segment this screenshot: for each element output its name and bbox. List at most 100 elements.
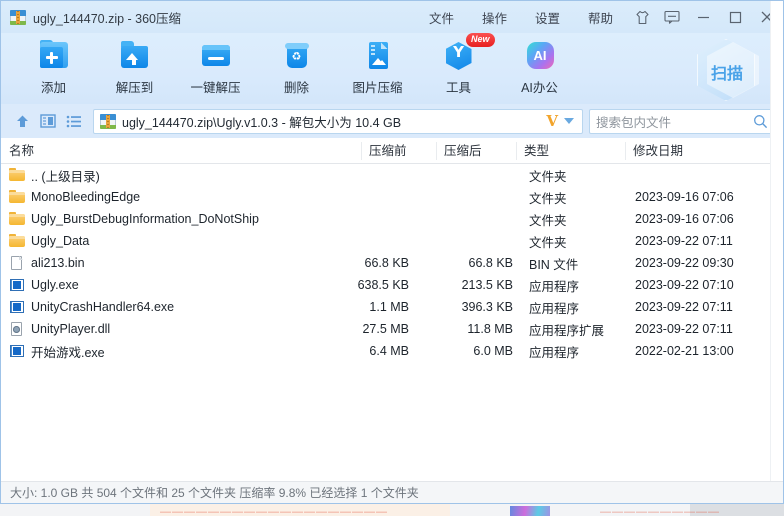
column-header-post[interactable]: 压缩后	[444, 138, 482, 164]
table-row[interactable]: 开始游戏.exe 6.4 MB 6.0 MB 应用程序 2022-02-21 13:00	[1, 340, 783, 362]
archive-zip-icon	[10, 9, 26, 25]
folder-add-icon	[36, 38, 72, 74]
file-name-cell: ali213.bin	[9, 255, 85, 271]
table-row[interactable]: UnityCrashHandler64.exe 1.1 MB 396.3 KB 应用程…	[1, 296, 783, 318]
column-header-date[interactable]: 修改日期	[633, 138, 683, 164]
background-red-text-right: ——————————	[600, 506, 720, 516]
exe-icon	[9, 299, 25, 315]
list-view-button[interactable]	[61, 108, 87, 134]
folder-icon	[9, 167, 25, 183]
vip-logo[interactable]: V	[546, 112, 558, 130]
modified-date-cell: 2023-09-22 07:11	[635, 234, 733, 248]
tools-hex-icon: Y	[441, 38, 477, 74]
address-path-text: ugly_144470.zip\Ugly.v1.0.3 - 解包大小为 10.4…	[122, 115, 402, 130]
search-box[interactable]: 搜索包内文件	[589, 108, 775, 134]
address-bar-right: V	[546, 112, 576, 130]
modified-date-cell: 2023-09-22 07:11	[635, 322, 733, 336]
maximize-button[interactable]	[719, 1, 751, 33]
column-header-pre[interactable]: 压缩前	[369, 138, 407, 164]
search-icon[interactable]	[753, 114, 768, 129]
address-input[interactable]: ugly_144470.zip\Ugly.v1.0.3 - 解包大小为 10.4…	[93, 108, 583, 134]
up-directory-button[interactable]	[9, 108, 35, 134]
dll-icon	[9, 321, 25, 337]
address-bar: ugly_144470.zip\Ugly.v1.0.3 - 解包大小为 10.4…	[1, 104, 783, 138]
column-header-name[interactable]: 名称	[9, 138, 34, 164]
file-type-cell: 应用程序	[529, 345, 580, 360]
archive-zip-icon-path	[100, 113, 116, 129]
folder-extract-icon	[117, 38, 153, 74]
modified-date-cell: 2023-09-22 07:11	[635, 300, 733, 314]
chevron-down-icon[interactable]	[564, 118, 574, 124]
image-compress-button[interactable]: 图片压缩	[337, 33, 418, 101]
file-name-cell: .. (上级目录)	[9, 166, 100, 185]
main-toolbar: 添加 解压到 一键解压 ♻ 删除 图片压缩 New Y 工具 AI AI办公 扫…	[1, 33, 783, 104]
file-name-text: UnityCrashHandler64.exe	[31, 300, 175, 314]
file-type-cell: 文件夹	[529, 235, 567, 250]
column-header-type[interactable]: 类型	[524, 138, 549, 164]
tools-button-label: 工具	[445, 81, 471, 95]
file-list[interactable]: .. (上级目录) 文件夹 MonoBleedingEdge 文件夹 2023-09-1…	[1, 164, 783, 468]
file-name-text: Ugly_Data	[31, 234, 90, 248]
file-type-cell: BIN 文件	[529, 257, 579, 272]
scan-button[interactable]: 扫描	[691, 39, 763, 101]
folder-icon	[9, 211, 25, 227]
add-button[interactable]: 添加	[13, 33, 94, 101]
size-after-cell: 66.8 KB	[468, 256, 513, 270]
menu-action[interactable]: 操作	[468, 1, 521, 33]
exe-icon	[9, 343, 25, 359]
size-after-cell: 396.3 KB	[461, 300, 513, 314]
minimize-button[interactable]	[687, 1, 719, 33]
file-type-cell: 文件夹	[529, 213, 567, 228]
screen: ugly_144470.zip - 360压缩 文件 操作 设置 帮助 添加 解…	[0, 0, 784, 516]
tools-button[interactable]: New Y 工具	[418, 33, 499, 101]
menu-settings[interactable]: 设置	[521, 1, 574, 33]
modified-date-cell: 2023-09-22 07:10	[635, 278, 734, 292]
file-name-text: 开始游戏.exe	[31, 345, 105, 360]
file-name-cell: UnityCrashHandler64.exe	[9, 299, 174, 315]
file-type-cell: 文件夹	[529, 191, 567, 206]
search-input[interactable]: 搜索包内文件	[596, 112, 753, 131]
file-type-cell: 应用程序	[529, 279, 580, 294]
menu-help[interactable]: 帮助	[574, 1, 627, 33]
size-before-cell: 27.5 MB	[362, 322, 409, 336]
extract-to-button-label: 解压到	[115, 81, 154, 95]
skin-icon[interactable]	[627, 1, 657, 33]
table-row[interactable]: Ugly_Data 文件夹 2023-09-22 07:11	[1, 230, 783, 252]
app-window: ugly_144470.zip - 360压缩 文件 操作 设置 帮助 添加 解…	[0, 0, 784, 504]
file-name-text: Ugly.exe	[31, 278, 79, 292]
extract-to-button[interactable]: 解压到	[94, 33, 175, 101]
table-row[interactable]: Ugly_BurstDebugInformation_DoNotShip 文件夹 2…	[1, 208, 783, 230]
table-row[interactable]: .. (上级目录) 文件夹	[1, 164, 783, 186]
delete-button-label: 删除	[283, 81, 309, 95]
size-before-cell: 1.1 MB	[369, 300, 409, 314]
table-row[interactable]: Ugly.exe 638.5 KB 213.5 KB 应用程序 2023-09-22 0…	[1, 274, 783, 296]
table-row[interactable]: UnityPlayer.dll 27.5 MB 11.8 MB 应用程序扩展 2023-…	[1, 318, 783, 340]
size-after-cell: 213.5 KB	[461, 278, 513, 292]
file-name-cell: UnityPlayer.dll	[9, 321, 110, 337]
folder-icon	[9, 189, 25, 205]
preview-pane-button[interactable]	[35, 108, 61, 134]
ai-icon-text: AI	[533, 48, 547, 63]
delete-button[interactable]: ♻ 删除	[256, 33, 337, 101]
vertical-scrollbar[interactable]	[770, 1, 783, 481]
one-click-extract-button[interactable]: 一键解压	[175, 33, 256, 101]
size-after-cell: 6.0 MB	[473, 344, 513, 358]
file-name-cell: Ugly.exe	[9, 277, 79, 293]
file-name-cell: Ugly_Data	[9, 233, 89, 249]
table-row[interactable]: ali213.bin 66.8 KB 66.8 KB BIN 文件 2023-09-22…	[1, 252, 783, 274]
title-bar: ugly_144470.zip - 360压缩 文件 操作 设置 帮助	[1, 1, 783, 33]
one-click-extract-label: 一键解压	[190, 81, 241, 95]
size-after-cell: 11.8 MB	[467, 322, 513, 336]
one-click-extract-icon	[198, 38, 234, 74]
ai-office-button[interactable]: AI AI办公	[499, 33, 580, 101]
menu-file[interactable]: 文件	[415, 1, 468, 33]
modified-date-cell: 2023-09-22 09:30	[635, 256, 734, 270]
file-name-cell: 开始游戏.exe	[9, 342, 105, 361]
table-row[interactable]: MonoBleedingEdge 文件夹 2023-09-16 07:06	[1, 186, 783, 208]
column-header-row: 名称 压缩前 压缩后 类型 修改日期	[1, 138, 783, 164]
feedback-icon[interactable]	[657, 1, 687, 33]
modified-date-cell: 2023-09-16 07:06	[635, 190, 734, 204]
ai-icon: AI	[522, 38, 558, 74]
file-name-text: ali213.bin	[31, 256, 85, 270]
exe-icon	[9, 277, 25, 293]
